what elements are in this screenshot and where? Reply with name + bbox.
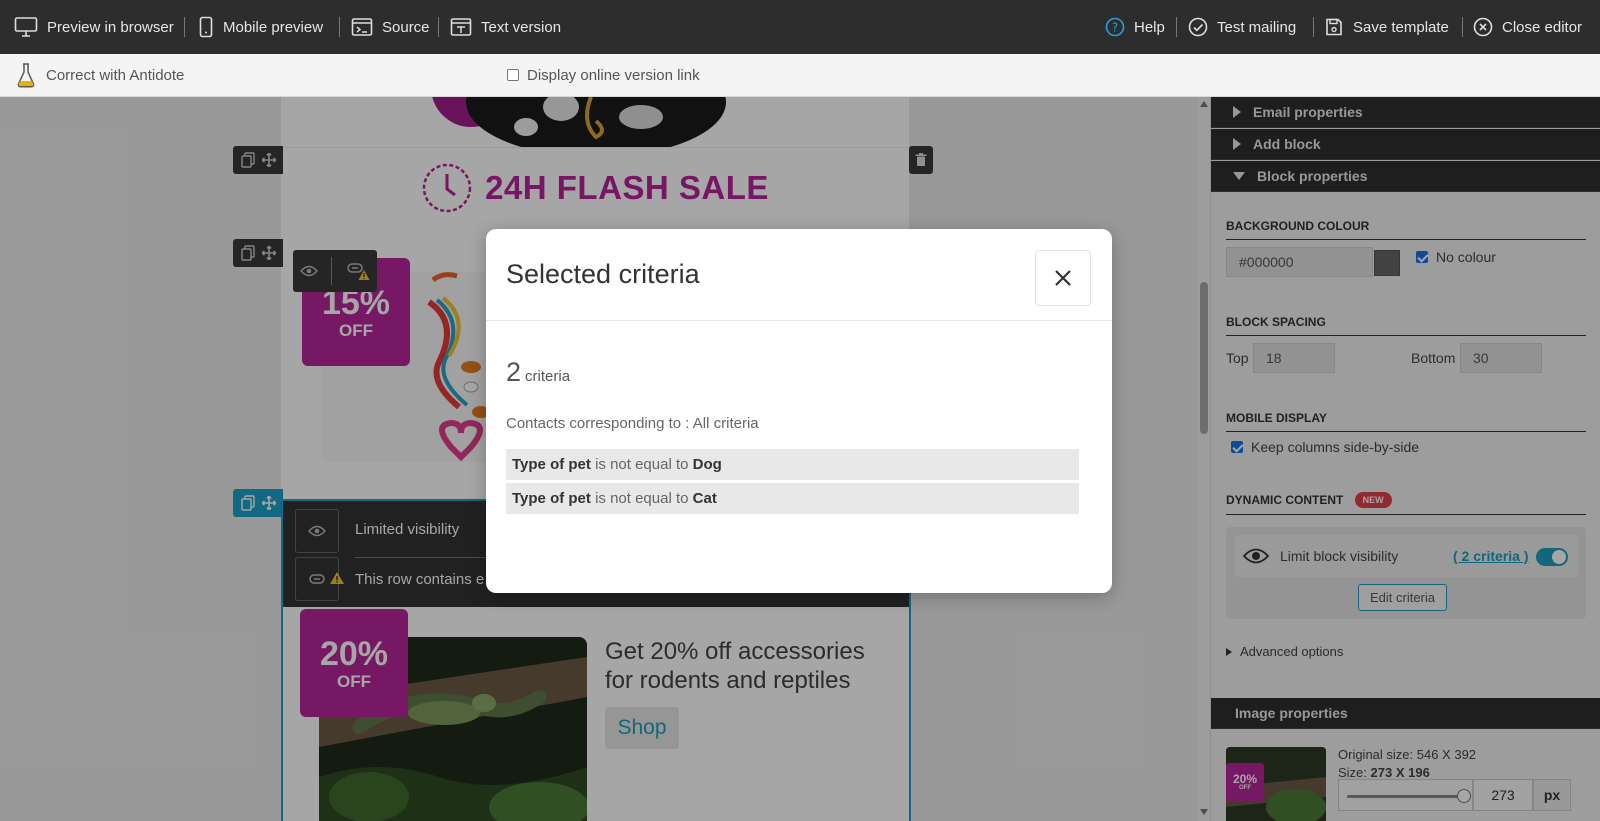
monitor-icon [14, 17, 38, 37]
criterion-operator: is not equal to [595, 456, 689, 473]
help-label: Help [1134, 18, 1165, 36]
help-icon: ? [1105, 17, 1125, 37]
source-button[interactable]: Source [351, 0, 430, 54]
text-version-button[interactable]: Text version [450, 0, 561, 54]
close-circle-icon [1473, 17, 1493, 37]
code-window-icon [351, 18, 373, 36]
mobile-preview-label: Mobile preview [223, 18, 324, 36]
modal-divider [486, 320, 1112, 321]
close-icon [1055, 270, 1071, 286]
online-version-label: Display online version link [527, 66, 700, 84]
criteria-count-number: 2 [506, 357, 522, 387]
criterion-value: Cat [692, 490, 717, 507]
secondary-toolbar: Correct with Antidote Display online ver… [0, 54, 1600, 97]
help-button[interactable]: ? Help [1105, 0, 1165, 54]
close-editor-label: Close editor [1502, 18, 1583, 36]
test-mailing-label: Test mailing [1217, 18, 1297, 36]
online-version-toggle[interactable]: Display online version link [507, 54, 700, 96]
svg-text:?: ? [1112, 21, 1118, 35]
test-mailing-button[interactable]: Test mailing [1188, 0, 1296, 54]
mobile-icon [199, 16, 213, 38]
text-window-icon [450, 18, 472, 36]
preview-browser-label: Preview in browser [47, 18, 174, 36]
save-template-button[interactable]: Save template [1324, 0, 1449, 54]
source-label: Source [382, 18, 430, 36]
preview-browser-button[interactable]: Preview in browser [14, 0, 174, 54]
criterion-field: Type of pet [512, 456, 591, 473]
toolbar-separator [184, 17, 185, 37]
save-icon [1326, 18, 1342, 36]
contacts-match-text: Contacts corresponding to : All criteria [506, 415, 759, 432]
selected-criteria-dialog: Selected criteria 2 criteria Contacts cor… [486, 229, 1112, 593]
criteria-count: 2 criteria [506, 357, 570, 388]
check-circle-icon [1188, 17, 1208, 37]
top-toolbar: Preview in browser Mobile preview Source… [0, 0, 1600, 54]
modal-title: Selected criteria [506, 259, 700, 289]
modal-close-button[interactable] [1035, 250, 1091, 306]
criterion-row: Type of pet is not equal to Cat [506, 483, 1079, 514]
toolbar-separator [1313, 17, 1314, 37]
toolbar-separator [339, 17, 340, 37]
criterion-value: Dog [692, 456, 722, 473]
toolbar-separator [438, 17, 439, 37]
online-version-checkbox[interactable] [507, 69, 519, 81]
text-version-label: Text version [481, 18, 562, 36]
criterion-row: Type of pet is not equal to Dog [506, 449, 1079, 480]
flask-icon [17, 63, 35, 88]
criterion-operator: is not equal to [595, 490, 689, 507]
toolbar-separator [1462, 17, 1463, 37]
antidote-label: Correct with Antidote [46, 66, 185, 84]
save-template-label: Save template [1353, 18, 1449, 36]
close-editor-button[interactable]: Close editor [1473, 0, 1582, 54]
mobile-preview-button[interactable]: Mobile preview [198, 0, 323, 54]
criteria-count-word: criteria [525, 368, 571, 385]
criterion-field: Type of pet [512, 490, 591, 507]
toolbar-separator [1176, 17, 1177, 37]
antidote-button[interactable]: Correct with Antidote [16, 54, 184, 96]
